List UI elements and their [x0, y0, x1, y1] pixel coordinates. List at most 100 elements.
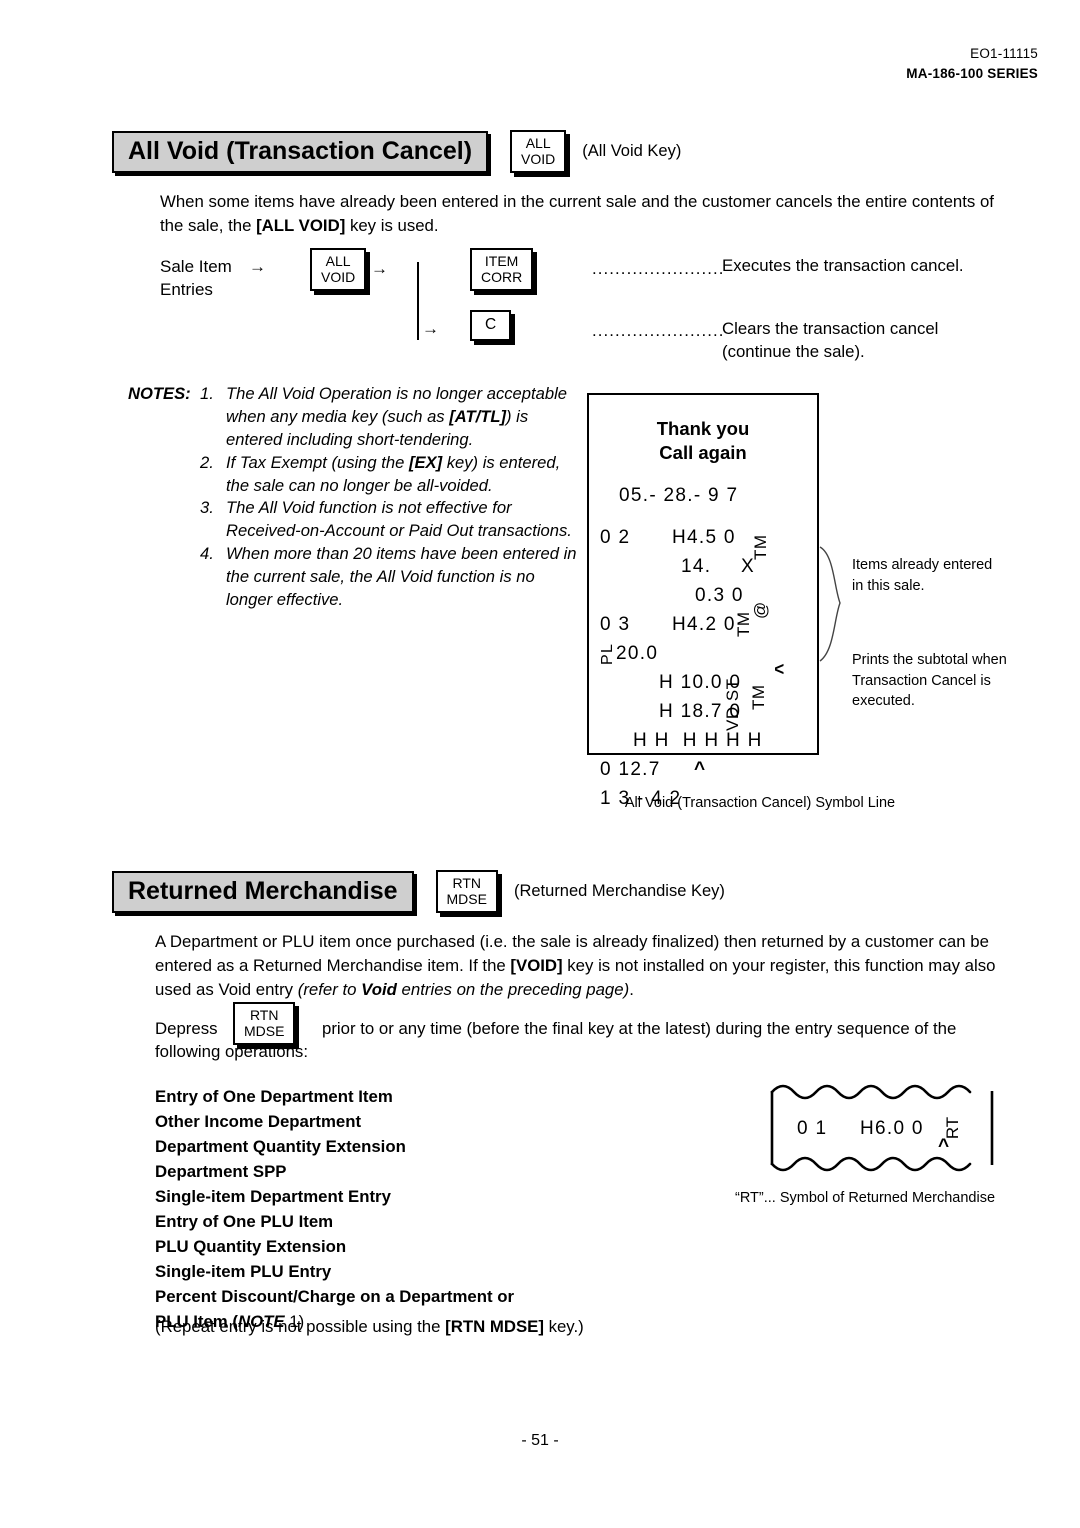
list-item: Single-item PLU Entry: [155, 1262, 332, 1282]
table-row: 0 2 H4.5 0: [589, 527, 817, 556]
receipt-symbol-4: VD ST: [723, 678, 742, 731]
all-void-key-icon: ALL VOID: [510, 130, 567, 174]
flow-itemcorr-l1: ITEM: [484, 253, 519, 269]
clear-key-icon: C: [470, 310, 512, 341]
receipt-symbol-3: TM: [749, 684, 768, 710]
flow-allvoid-l2: VOID: [321, 269, 356, 286]
returned-title: Returned Merchandise: [112, 870, 414, 913]
flow-arrow-2-icon: →: [371, 259, 388, 278]
note-number-4: 4.: [200, 544, 214, 564]
doc-series: MA-186-100 SERIES: [906, 66, 1038, 82]
returned-closing-note: (Repeat entry is not possible using the …: [155, 1315, 855, 1339]
flow-source-label: Sale Item Entries: [160, 255, 232, 302]
returned-operations-list: Entry of One Department Item Other Incom…: [155, 1084, 625, 1334]
flow-result-2: Clears the transaction cancel (continue …: [722, 318, 938, 363]
flow-source-line2: Entries: [160, 280, 213, 300]
depress-text-line2: following operations:: [155, 1042, 308, 1061]
receipt-row-8-caret: ^: [694, 759, 707, 781]
receipt-row-1-mid: 14.: [681, 556, 712, 578]
callout-subtotal: Prints the subtotal when Transaction Can…: [852, 652, 1007, 710]
receipt-row-3-mid: H4.2 0: [672, 614, 736, 636]
document-header: EO1-11115 MA-186-100 SERIES: [906, 44, 1038, 85]
returned-para-bold: [VOID]: [510, 955, 563, 975]
flow-key-clear: C: [470, 310, 512, 341]
rtn-mdse-key-icon: RTN MDSE: [435, 870, 498, 914]
receipt-symbol-1: @: [751, 601, 770, 619]
returned-receipt-caret-icon: ^: [938, 1136, 950, 1157]
section-heading-all-void: All Void (Transaction Cancel) ALL VOID (…: [112, 130, 681, 174]
table-row: H 18.7 0: [589, 701, 817, 730]
returned-para-ital-b: entries on the preceding page): [396, 979, 630, 999]
rtn-mdse-key-icon-inline: RTN MDSE: [233, 1002, 296, 1046]
list-item: Department Quantity Extension: [155, 1137, 406, 1157]
document-page: EO1-11115 MA-186-100 SERIES All Void (Tr…: [0, 0, 1080, 1528]
returned-receipt-caption: “RT”... Symbol of Returned Merchandise: [734, 1190, 996, 1206]
table-row: H 10.0 0: [589, 672, 817, 701]
flow-result-1: Executes the transaction cancel.: [722, 256, 964, 275]
rtn-key-line2: MDSE: [446, 891, 487, 908]
intro-text-b: key is used.: [345, 215, 439, 235]
receipt-head-line2: Call again: [659, 442, 747, 464]
note-body-1: The All Void Operation is no longer acce…: [226, 383, 578, 452]
note-number-2: 2.: [200, 452, 214, 472]
flow-source-line1: Sale Item: [160, 257, 232, 276]
flow-clear-label: C: [485, 316, 497, 333]
doc-code: EO1-11115: [970, 46, 1038, 61]
receipt-row-0-mid: H4.5 0: [672, 527, 736, 549]
all-void-key-icon-flow: ALL VOID: [310, 248, 367, 292]
list-item: Entry of One PLU Item: [155, 1212, 334, 1232]
returned-para-ital-a: (refer to: [297, 979, 362, 999]
receipt-header: Thank you Call again: [589, 417, 817, 465]
flow-result-2-line2: (continue the sale).: [722, 341, 865, 361]
receipt-row-7-mid: H H H H H H: [633, 730, 763, 752]
note-2-text-a: If Tax Exempt (using the: [226, 452, 409, 472]
page-title: All Void (Transaction Cancel): [112, 130, 489, 173]
table-row: 0 12.7 ^: [589, 759, 817, 788]
all-void-intro-paragraph: When some items have already been entere…: [160, 190, 1012, 238]
returned-receipt: 0 1 H6.0 0 RT ^: [766, 1078, 998, 1178]
flow-allvoid-l1: ALL: [325, 253, 351, 269]
rtn-key-line1: RTN: [452, 875, 481, 891]
depress-key-l2: MDSE: [244, 1023, 285, 1040]
all-void-notes: NOTES: 1. The All Void Operation is no l…: [128, 383, 578, 612]
depress-label: Depress: [155, 1019, 218, 1038]
receipt-symbol-2: TM: [734, 611, 753, 637]
page-number: - 51 -: [521, 1432, 559, 1449]
receipt-caret-icon: ^: [772, 663, 794, 675]
receipt-lines: 05.- 28.- 9 7 0 2 H4.5 0 14. X 0.3 0 0 3…: [589, 485, 817, 817]
note-1-bold: [AT/TL]: [449, 406, 507, 426]
returned-para-end: .: [629, 979, 634, 999]
depress-key-l1: RTN: [249, 1007, 279, 1023]
all-void-key-line2: VOID: [521, 151, 556, 168]
depress-key-wrap: RTN MDSE: [233, 1002, 296, 1046]
list-item: Entry of One Department Item: [155, 1087, 393, 1106]
returned-paragraph: A Department or PLU item once purchased …: [155, 930, 1017, 1002]
receipt-row-3-left: 0 3: [600, 614, 631, 636]
item-corr-key-icon: ITEM CORR: [470, 248, 534, 292]
section-heading-returned: Returned Merchandise RTN MDSE (Returned …: [112, 870, 725, 914]
depress-text-line1: prior to or any time (before the final k…: [322, 1019, 957, 1038]
callout-items-entered: Items already entered in this sale.: [852, 557, 993, 594]
note-2-bold: [EX]: [408, 452, 443, 472]
note-body-4: When more than 20 items have been entere…: [226, 544, 577, 610]
table-row: 14. X: [589, 556, 817, 585]
table-row: 0 3 H4.2 0: [589, 614, 817, 643]
note-number-1: 1.: [200, 384, 214, 403]
flow-branch-bar: [417, 262, 419, 340]
receipt-row-8-left: 0 12.7: [600, 759, 661, 781]
receipt-date: 05.- 28.- 9 7: [619, 485, 739, 507]
rtn-key-caption: (Returned Merchandise Key): [513, 882, 725, 901]
flow-arrow-1-icon: →: [249, 257, 266, 276]
flow-arrow-3-icon: →: [422, 319, 439, 338]
receipt-symbol-0: TM: [751, 534, 770, 560]
receipt-row-0-left: 0 2: [600, 527, 631, 549]
flow-leader-2: .......................: [592, 321, 725, 340]
receipt-row-2-mid: 0.3 0: [695, 585, 744, 607]
returned-receipt-left: 0 1: [797, 1118, 828, 1139]
flow-key-item-corr: ITEM CORR: [470, 248, 534, 292]
table-row: 0.3 0: [589, 585, 817, 614]
list-item: Percent Discount/Charge on a Department …: [155, 1287, 515, 1307]
receipt-head-line1: Thank you: [656, 418, 750, 439]
flow-key-all-void: ALL VOID: [310, 248, 367, 292]
receipt-row-4-left: PL: [599, 642, 616, 666]
